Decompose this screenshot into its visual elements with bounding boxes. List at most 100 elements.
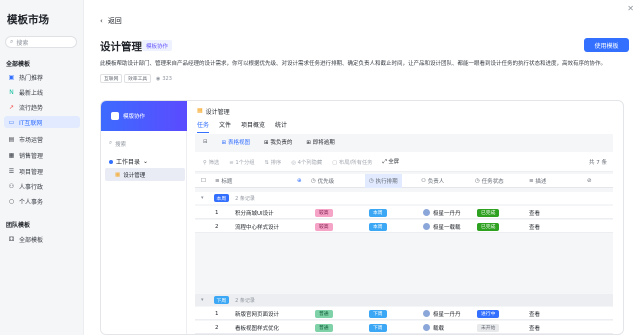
tab-files[interactable]: 文件: [219, 120, 231, 133]
sidebar-item-hot[interactable]: ▣ 热门推荐: [4, 71, 80, 83]
status-pill: 已完成: [477, 222, 500, 231]
sort-button[interactable]: ⇅ 排序: [265, 158, 282, 166]
sidebar-title: 模板市场: [7, 14, 49, 26]
sidebar-group-all: 全部模板: [6, 61, 31, 68]
desc-cell: 查看: [529, 325, 541, 332]
preview-main: ▦ 设计管理 任务 文件 项目概览 统计 ⊟ ⊞ 表格视图 ⊞ 我负责的 ⊞ 即将…: [187, 101, 623, 334]
avatar: [423, 209, 430, 216]
caret-down-icon: ▾: [201, 297, 204, 303]
avatar: [423, 223, 430, 230]
row-index: 1: [215, 310, 219, 317]
hidden-columns-button[interactable]: ◎ 4个列隐藏: [291, 158, 322, 166]
trend-icon: ↗: [8, 103, 15, 111]
group-header[interactable]: ▾ 本周 2 条记录: [195, 192, 613, 204]
table-icon: ▦: [115, 171, 121, 178]
select-all-checkbox[interactable]: ☐: [201, 174, 206, 188]
back-button[interactable]: ‹ 返回: [100, 16, 122, 26]
search-placeholder: 搜索: [16, 39, 29, 47]
row-index: 2: [215, 223, 219, 230]
table-row[interactable]: 1 积分商城UI设计 较高 本周 极星一丹丹 已完成 查看: [195, 206, 613, 219]
row-title: 新版官网页面设计: [235, 311, 280, 318]
sidebar-item-new[interactable]: N 最新上线: [4, 86, 80, 98]
sidebar-item-it[interactable]: ▭ IT互联网: [4, 116, 80, 128]
template-preview: 模版协作 ⌕ 搜索 工作目录 ⌄ ▦ 设计管理 ▦ 设计管理 任务 文件 项目概览 统计…: [100, 100, 624, 335]
group-label: 下周: [213, 296, 230, 304]
schedule-pill: 下周: [369, 309, 387, 318]
column-desc: ≡ 描述: [529, 178, 547, 185]
preview-search[interactable]: ⌕ 搜索: [109, 140, 126, 148]
group-header[interactable]: ▾ 下周 2 条记录: [195, 294, 613, 306]
preview-sidebar: 模版协作 ⌕ 搜索 工作目录 ⌄ ▦ 设计管理: [101, 101, 187, 334]
view-table[interactable]: ⊞ 表格视图: [222, 138, 250, 146]
sidebar-search-input[interactable]: ⌕ 搜索: [5, 36, 77, 48]
column-more[interactable]: ⊘: [587, 174, 592, 188]
sidebar: 模板市场 ⌕ 搜索 全部模板 ▣ 热门推荐 N 最新上线 ↗ 流行趋势 ▭ IT互联网 …: [0, 0, 84, 335]
row-title: 积分商城UI设计: [235, 210, 274, 217]
table-row[interactable]: 2 看板视图样式优化 普通 下周 载载 未开始 查看: [195, 321, 613, 334]
status-pill: 未开始: [477, 323, 500, 332]
sidebar-item-project[interactable]: ☰ 项目管理: [4, 165, 80, 177]
people-icon: ⚇: [8, 182, 15, 190]
layout-button[interactable]: ▢ 布局/所有任务: [332, 158, 372, 166]
chevron-left-icon: ‹: [100, 17, 103, 25]
record-count: 共 7 条: [589, 159, 607, 166]
table-row[interactable]: 2 流程中心样式设计 较高 本周 极星一载载 已完成 查看: [195, 220, 613, 233]
desc-cell: 查看: [529, 210, 541, 217]
sidebar-item-hr[interactable]: ⚇ 人事行政: [4, 180, 80, 192]
chevron-down-icon: ⌄: [143, 158, 149, 165]
view-mine[interactable]: ⊞ 我负责的: [264, 138, 292, 146]
use-template-button[interactable]: 使用模板: [584, 38, 629, 52]
row-title: 看板视图样式优化: [235, 325, 280, 332]
status-pill: 进行中: [477, 309, 500, 318]
search-icon: ⌕: [109, 140, 113, 146]
owner-cell: 极星一丹丹: [423, 206, 461, 219]
list-icon: ☰: [8, 167, 15, 175]
add-column-icon[interactable]: ⊕: [297, 174, 302, 188]
row-index: 1: [215, 209, 219, 216]
sidebar-item-trend[interactable]: ↗ 流行趋势: [4, 101, 80, 113]
tab-stats[interactable]: 统计: [275, 120, 287, 133]
group-button[interactable]: ≡ 1个分组: [229, 158, 254, 166]
group-count: 2 条记录: [235, 195, 255, 202]
sidebar-item-personal[interactable]: ○ 个人事务: [4, 195, 80, 207]
fullscreen-button[interactable]: ⤢ 全屏: [382, 157, 399, 166]
column-title: ≡ 标题: [215, 178, 233, 185]
owner-cell: 极星一丹丹: [423, 307, 461, 320]
sidebar-item-sales[interactable]: ▦ 销售管理: [4, 149, 80, 161]
column-schedule: ◷ 执行排期: [365, 174, 402, 188]
preview-directory[interactable]: 工作目录 ⌄: [109, 157, 148, 166]
group-spacer: [195, 234, 613, 290]
collapse-icon[interactable]: ⊟: [203, 139, 208, 145]
main-panel: ‹ 返回 ✕ 设计管理 模板协作 使用模板 此模板帮助设计部门、管理来自产品经理的…: [84, 0, 640, 335]
schedule-pill: 本周: [369, 222, 387, 231]
dot-icon: [109, 159, 113, 164]
desc-cell: 查看: [529, 224, 541, 231]
search-icon: ⌕: [10, 38, 14, 45]
schedule-pill: 下周: [369, 323, 387, 332]
sidebar-item-team-all[interactable]: ⚃ 全部模板: [4, 233, 80, 245]
close-icon[interactable]: ✕: [627, 4, 634, 13]
preview-table-item[interactable]: ▦ 设计管理: [105, 168, 185, 181]
tag-efficiency: 效率工具: [124, 74, 152, 83]
page-title: 设计管理: [100, 41, 142, 53]
grid-icon: ▦: [8, 151, 15, 159]
priority-pill: 较高: [315, 222, 333, 231]
table-toolbar: ⚲ 筛选 ≡ 1个分组 ⇅ 排序 ◎ 4个列隐藏 ▢ 布局/所有任务 ⤢ 全屏 …: [195, 152, 613, 172]
view-overdue[interactable]: ⊞ 即将逾期: [306, 138, 334, 146]
desc-cell: 查看: [529, 311, 541, 318]
tab-overview[interactable]: 项目概览: [241, 120, 265, 133]
preview-doc-title: ▦ 设计管理: [197, 107, 230, 116]
preview-brand: 模版协作: [123, 114, 146, 120]
table-row[interactable]: 1 新版官网页面设计 普通 下周 极星一丹丹 进行中 查看: [195, 307, 613, 320]
group-label: 本周: [213, 194, 230, 202]
group-count: 2 条记录: [235, 297, 255, 304]
sidebar-item-marketing[interactable]: ▤ 市场运营: [4, 133, 80, 145]
template-badge: 模板协作: [142, 40, 173, 51]
tab-tasks[interactable]: 任务: [197, 120, 210, 133]
filter-button[interactable]: ⚲ 筛选: [203, 158, 219, 166]
owner-cell: 载载: [423, 321, 444, 334]
person-icon: ○: [8, 197, 15, 205]
logo-icon: [111, 112, 119, 120]
status-pill: 已完成: [477, 208, 500, 217]
column-status: ◷ 任务状态: [475, 178, 504, 185]
